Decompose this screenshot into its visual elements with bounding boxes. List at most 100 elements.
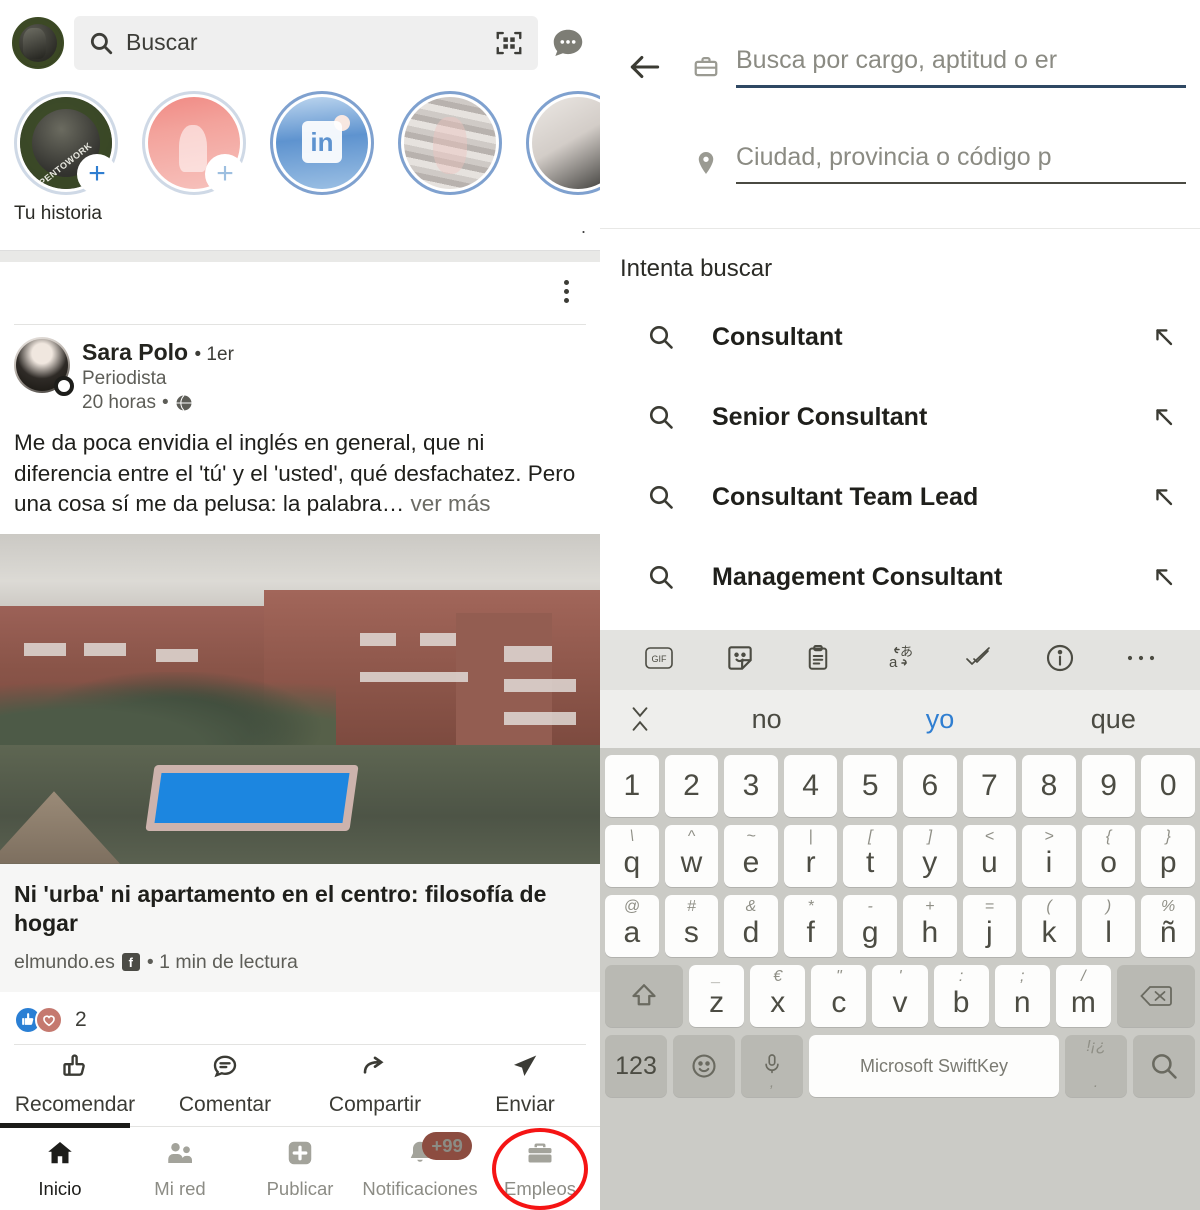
alt-char: ( — [1046, 898, 1052, 915]
collapse-icon[interactable] — [600, 704, 680, 734]
shift-icon[interactable] — [605, 965, 683, 1027]
key-4[interactable]: 4 — [783, 755, 838, 817]
author-avatar[interactable] — [14, 337, 74, 396]
prediction-word[interactable]: no — [680, 704, 853, 735]
send-button[interactable]: Enviar — [450, 1045, 600, 1123]
story-item-3[interactable]: in — [270, 91, 380, 250]
nav-item-publicar[interactable]: Publicar — [240, 1138, 360, 1200]
nav-item-notificaciones[interactable]: +99 Notificaciones — [360, 1131, 480, 1200]
space-key[interactable]: Microsoft SwiftKey — [809, 1035, 1059, 1097]
key-8[interactable]: 8 — [1022, 755, 1076, 817]
author-headline: Periodista — [82, 368, 167, 389]
nav-item-inicio[interactable]: Inicio — [0, 1138, 120, 1200]
article-source: elmundo.es — [14, 950, 115, 973]
info-icon[interactable] — [1044, 642, 1076, 679]
clipboard-icon[interactable] — [803, 642, 833, 679]
suggestion-row[interactable]: Management Consultant — [600, 537, 1200, 617]
back-arrow-icon[interactable] — [614, 36, 676, 98]
article-preview-card[interactable]: Ni 'urba' ni apartamento en el centro: f… — [0, 863, 600, 992]
search-icon — [646, 482, 712, 512]
comment-button[interactable]: Comentar — [150, 1045, 300, 1123]
recommend-button[interactable]: Recomendar — [0, 1045, 150, 1123]
numeric-switch-key[interactable]: 123 — [605, 1035, 667, 1097]
mic-comma-key[interactable]: , — [741, 1035, 803, 1097]
prediction-word[interactable]: que — [1027, 704, 1200, 735]
key-e[interactable]: ~ e — [724, 825, 778, 887]
gif-icon[interactable]: GIF — [642, 643, 676, 678]
story-item-2[interactable]: + — [142, 91, 252, 250]
key-1[interactable]: 1 — [605, 755, 659, 817]
key-d[interactable]: & d — [724, 895, 778, 957]
key-v[interactable]: ' v — [872, 965, 928, 1027]
story-item-your-story[interactable]: #OPENTOWORK + Tu historia — [14, 91, 124, 250]
key-n[interactable]: ; n — [994, 965, 1050, 1027]
search-input[interactable]: Buscar — [74, 15, 538, 70]
keyword-search-input[interactable]: Busca por cargo, aptitud o er — [736, 46, 1186, 88]
suggestion-row[interactable]: Consultant — [600, 297, 1200, 377]
key-2[interactable]: 2 — [664, 755, 719, 817]
more-icon[interactable] — [1124, 651, 1158, 669]
arrow-up-left-icon[interactable] — [1138, 323, 1178, 351]
prediction-word[interactable]: yo — [853, 704, 1026, 735]
translate-icon[interactable]: a あ — [881, 642, 915, 679]
key-y[interactable]: ] y — [903, 825, 957, 887]
add-story-button[interactable]: + — [77, 154, 117, 194]
key-9[interactable]: 9 — [1081, 755, 1136, 817]
key-o[interactable]: {o — [1081, 825, 1136, 887]
arrow-up-left-icon[interactable] — [1138, 483, 1178, 511]
key-a[interactable]: @ a — [605, 895, 659, 957]
key-c[interactable]: " c — [811, 965, 867, 1027]
location-search-input[interactable]: Ciudad, provincia o código p — [736, 143, 1186, 184]
key-7[interactable]: 7 — [962, 755, 1017, 817]
see-more-link[interactable]: ver más — [404, 491, 490, 516]
key-enye[interactable]: % ñ — [1141, 895, 1195, 957]
reactions-summary[interactable]: 2 — [0, 992, 600, 1044]
nav-item-mi-red[interactable]: Mi red — [120, 1138, 240, 1200]
avatar[interactable] — [12, 16, 64, 69]
suggestion-row[interactable]: Consultant Team Lead — [600, 457, 1200, 537]
key-label: b — [952, 986, 970, 1019]
qr-scan-icon[interactable] — [494, 28, 524, 58]
key-g[interactable]: -g — [843, 895, 897, 957]
key-j[interactable]: = j — [962, 895, 1017, 957]
arrow-up-left-icon[interactable] — [1138, 403, 1178, 431]
stories-rail[interactable]: #OPENTOWORK + Tu historia + in . — [0, 85, 630, 250]
story-item-4[interactable] — [398, 91, 508, 250]
suggestion-row[interactable]: Senior Consultant — [600, 377, 1200, 457]
key-r[interactable]: | r — [783, 825, 838, 887]
key-l[interactable]: ) l — [1081, 895, 1136, 957]
key-6[interactable]: 6 — [903, 755, 957, 817]
key-t[interactable]: [t — [843, 825, 897, 887]
key-w[interactable]: ^ w — [664, 825, 719, 887]
key-z[interactable]: _ z — [689, 965, 745, 1027]
arrow-up-left-icon[interactable] — [1138, 563, 1178, 591]
editor-check-icon[interactable] — [963, 642, 997, 679]
key-3[interactable]: 3 — [724, 755, 778, 817]
key-b[interactable]: :b — [933, 965, 989, 1027]
key-5[interactable]: 5 — [843, 755, 897, 817]
post-author[interactable]: Sara Polo • 1er Periodista 20 horas • — [14, 337, 586, 414]
key-m[interactable]: / m — [1055, 965, 1111, 1027]
sticker-icon[interactable] — [724, 642, 756, 679]
kebab-menu-icon[interactable] — [546, 262, 586, 308]
nav-item-empleos[interactable]: Empleos — [480, 1127, 600, 1210]
key-0[interactable]: 0 — [1141, 755, 1195, 817]
key-f[interactable]: * f — [783, 895, 838, 957]
key-s[interactable]: # s — [664, 895, 719, 957]
messaging-icon[interactable] — [548, 23, 588, 63]
key-p[interactable]: } p — [1141, 825, 1195, 887]
punctuation-key[interactable]: !¡¿ . — [1065, 1035, 1127, 1097]
key-h[interactable]: + h — [903, 895, 957, 957]
search-icon[interactable] — [1133, 1035, 1195, 1097]
emoji-icon[interactable] — [673, 1035, 735, 1097]
key-q[interactable]: \ q — [605, 825, 659, 887]
post-image[interactable] — [0, 533, 600, 864]
location-placeholder: Ciudad, provincia o código p — [736, 142, 1052, 171]
share-button[interactable]: Compartir — [300, 1045, 450, 1123]
key-x[interactable]: € x — [750, 965, 806, 1027]
key-k[interactable]: (k — [1022, 895, 1076, 957]
add-story-button[interactable]: + — [205, 154, 245, 194]
backspace-icon[interactable] — [1116, 965, 1195, 1027]
key-i[interactable]: > i — [1022, 825, 1076, 887]
key-u[interactable]: < u — [962, 825, 1017, 887]
